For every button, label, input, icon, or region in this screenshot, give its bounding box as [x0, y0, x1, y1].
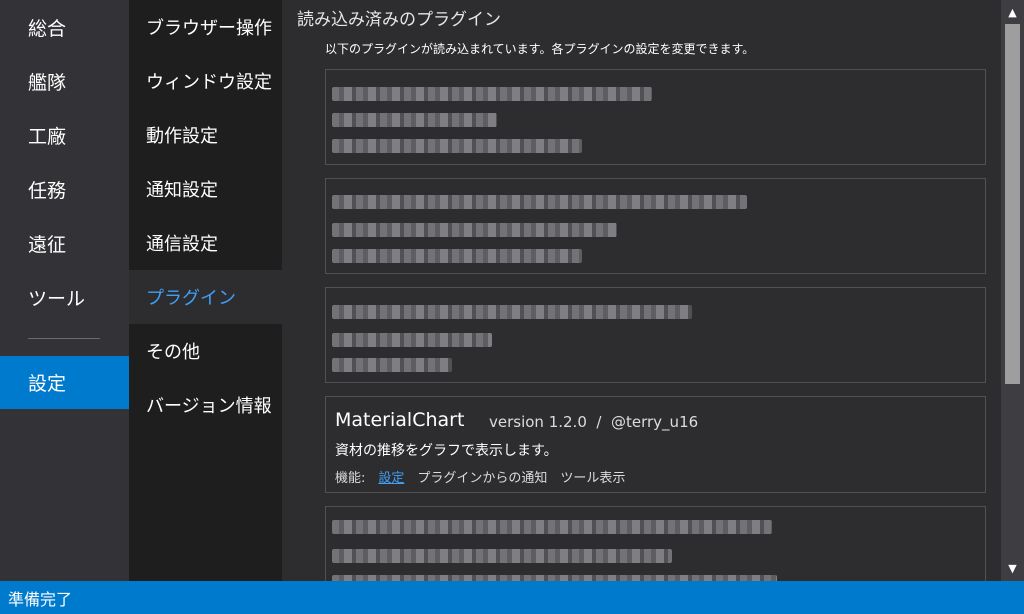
- nav-item-overview[interactable]: 総合: [0, 0, 129, 54]
- subnav-item-window[interactable]: ウィンドウ設定: [129, 54, 282, 108]
- redacted-text: [332, 223, 617, 237]
- vertical-scrollbar[interactable]: ▲ ▼: [1001, 0, 1024, 581]
- subnav-item-plugins[interactable]: プラグイン: [129, 270, 282, 324]
- plugin-card-redacted: [325, 506, 986, 581]
- redacted-text: [332, 87, 652, 101]
- plugin-features: 機能: 設定 プラグインからの通知 ツール表示: [335, 467, 625, 486]
- subnav-item-version[interactable]: バージョン情報: [129, 378, 282, 432]
- features-label: 機能:: [335, 471, 366, 486]
- nav-item-tools[interactable]: ツール: [0, 270, 129, 324]
- redacted-text: [332, 358, 452, 372]
- subnav-item-behavior[interactable]: 動作設定: [129, 108, 282, 162]
- scrollbar-thumb[interactable]: [1005, 24, 1020, 384]
- scroll-up-icon[interactable]: ▲: [1001, 2, 1024, 22]
- main-nav: 総合 艦隊 工廠 任務 遠征 ツール 設定: [0, 0, 129, 581]
- nav-item-fleet[interactable]: 艦隊: [0, 54, 129, 108]
- status-text: 準備完了: [8, 589, 73, 609]
- plugin-settings-link[interactable]: 設定: [378, 467, 404, 486]
- status-bar: 準備完了: [0, 581, 1024, 614]
- subnav-item-notification[interactable]: 通知設定: [129, 162, 282, 216]
- feature-tool: ツール表示: [560, 471, 626, 486]
- redacted-text: [332, 520, 772, 534]
- redacted-text: [332, 305, 692, 319]
- redacted-text: [332, 249, 582, 263]
- redacted-text: [332, 113, 497, 127]
- feature-notify: プラグインからの通知: [417, 471, 548, 486]
- plugin-card-materialchart: MaterialChart version 1.2.0 / @terry_u16…: [325, 396, 986, 493]
- redacted-text: [332, 333, 492, 347]
- nav-item-arsenal[interactable]: 工廠: [0, 108, 129, 162]
- redacted-text: [332, 195, 747, 209]
- page-subtitle: 以下のプラグインが読み込まれています。各プラグインの設定を変更できます。: [325, 42, 755, 56]
- plugin-card-redacted: [325, 69, 986, 165]
- plugin-description: 資材の推移をグラフで表示します。: [335, 443, 558, 459]
- nav-divider: [28, 338, 100, 339]
- redacted-text: [332, 139, 582, 153]
- subnav-item-browser[interactable]: ブラウザー操作: [129, 0, 282, 54]
- plugin-name: MaterialChart: [335, 409, 465, 431]
- plugin-version: version 1.2.0 / @terry_u16: [489, 413, 699, 431]
- subnav-item-other[interactable]: その他: [129, 324, 282, 378]
- nav-item-expedition[interactable]: 遠征: [0, 216, 129, 270]
- plugin-card-redacted: [325, 178, 986, 274]
- page-title: 読み込み済みのプラグイン: [297, 10, 501, 30]
- nav-item-quests[interactable]: 任務: [0, 162, 129, 216]
- plugins-panel: 読み込み済みのプラグイン 以下のプラグインが読み込まれています。各プラグインの設…: [282, 0, 1001, 581]
- settings-sub-nav: ブラウザー操作 ウィンドウ設定 動作設定 通知設定 通信設定 プラグイン その他…: [129, 0, 282, 581]
- subnav-item-network[interactable]: 通信設定: [129, 216, 282, 270]
- plugin-card-redacted: [325, 287, 986, 383]
- nav-item-settings[interactable]: 設定: [0, 356, 129, 409]
- redacted-text: [332, 549, 672, 563]
- scroll-down-icon[interactable]: ▼: [1001, 558, 1024, 578]
